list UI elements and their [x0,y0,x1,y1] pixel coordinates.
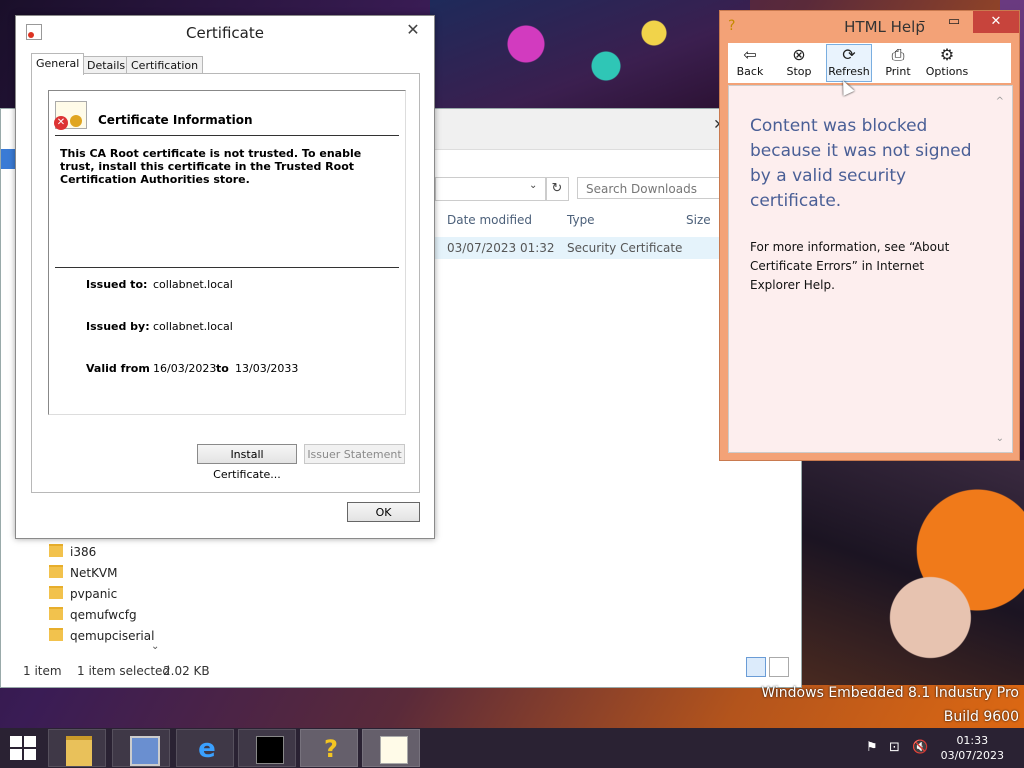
stop-button[interactable]: ⊗ Stop [777,45,821,78]
folder-pvpanic[interactable]: pvpanic [49,586,117,606]
back-button[interactable]: ⇦ Back [728,45,772,78]
folder-qemupciserial[interactable]: qemupciserial [49,628,154,648]
column-date-modified[interactable]: Date modified [447,209,532,231]
issued-to-label: Issued to: [86,278,148,291]
close-icon[interactable]: ✕ [398,19,428,41]
details-view-icon[interactable] [746,657,766,677]
taskbar-certificate[interactable] [362,729,420,767]
close-icon[interactable]: ✕ [973,11,1019,33]
flag-icon[interactable]: ⚑ [866,740,878,755]
wallpaper-art-top [430,0,750,110]
general-panel: ✕ Certificate Information This CA Root c… [31,73,420,493]
network-icon[interactable]: ⊡ [889,740,900,755]
command-prompt-icon [256,736,284,764]
back-arrow-icon: ⇦ [743,45,757,64]
folder-icon [49,607,63,620]
scroll-up-icon[interactable]: ^ [996,96,1004,107]
folder-icon [66,736,92,766]
valid-from-label: Valid from [86,362,150,375]
html-help-window[interactable]: ? HTML Help – ▭ ✕ ⇦ Back ⊗ Stop ⟳ Refresh ⎙… [719,10,1020,461]
certificate-title: Certificate [186,24,264,42]
taskbar-internet-explorer[interactable]: e [176,729,234,767]
status-bar: 1 item 1 item selected 2.02 KB [1,657,801,685]
divider [55,135,399,136]
help-toolbar: ⇦ Back ⊗ Stop ⟳ Refresh ⎙ Print ⚙ Options [728,43,1011,83]
taskbar: e ? ⚑ ⊡ 🔇 01:33 03/07/2023 [0,728,1024,768]
tab-general[interactable]: General [31,53,85,75]
install-certificate-button[interactable]: Install Certificate... [197,444,297,481]
untrusted-certificate-icon: ✕ [54,101,87,130]
certificate-info-box: ✕ Certificate Information This CA Root c… [48,90,406,415]
column-size[interactable]: Size [686,209,711,231]
issued-by-value: collabnet.local [153,320,233,333]
start-button[interactable] [10,736,38,760]
taskbar-computer[interactable] [112,729,170,767]
status-selected: 1 item selected [77,664,171,678]
folder-i386[interactable]: i386 [49,544,96,564]
issued-by-label: Issued by: [86,320,150,333]
print-button[interactable]: ⎙ Print [876,45,920,78]
file-date-modified: 03/07/2023 01:32 [447,241,555,255]
taskbar-clock[interactable]: 01:33 03/07/2023 [941,733,1004,763]
status-size: 2.02 KB [163,664,210,678]
certificate-dialog[interactable]: Certificate ✕ General Details Certificat… [15,15,435,539]
chevron-down-icon[interactable]: ⌄ [529,180,537,191]
options-icon: ⚙ [939,45,955,64]
divider [55,267,399,268]
column-type[interactable]: Type [567,209,595,231]
refresh-icon[interactable]: ↻ [545,177,569,201]
file-type: Security Certificate [567,241,683,255]
scroll-down-icon[interactable]: ⌄ [996,433,1004,444]
maximize-icon[interactable]: ▭ [939,11,969,33]
taskbar-html-help[interactable]: ? [300,729,358,767]
os-watermark: Windows Embedded 8.1 Industry Pro [761,685,1019,701]
ok-button[interactable]: OK [347,502,420,522]
valid-to-value: 13/03/2033 [235,362,299,375]
taskbar-file-explorer[interactable] [48,729,106,767]
build-watermark: Build 9600 [943,709,1019,725]
refresh-icon: ⟳ [842,45,856,64]
certificate-titlebar[interactable]: Certificate ✕ [16,16,434,46]
taskbar-command-prompt[interactable] [238,729,296,767]
search-input[interactable]: Search Downloads [577,177,727,199]
folder-icon [49,628,63,641]
help-icon: ? [324,735,338,763]
valid-to-label: to [216,362,229,375]
volume-muted-icon[interactable]: 🔇 [912,740,928,755]
options-button[interactable]: ⚙ Options [925,45,969,78]
help-content: ^ Content was blocked because it was not… [728,85,1013,453]
info-title: Certificate Information [98,113,253,127]
folder-icon [49,565,63,578]
internet-explorer-icon: e [198,734,216,764]
refresh-button[interactable]: ⟳ Refresh [826,44,872,82]
folder-netkvm[interactable]: NetKVM [49,565,118,585]
wallpaper-art-bottom [790,460,1024,685]
valid-from-value: 16/03/2023 [153,362,217,375]
folder-icon [49,544,63,557]
clock-date: 03/07/2023 [940,749,1004,762]
status-item-count: 1 item [23,664,62,678]
large-icons-view-icon[interactable] [769,657,789,677]
issued-to-value: collabnet.local [153,278,233,291]
minimize-icon[interactable]: – [907,11,937,33]
clock-time: 01:33 [956,734,989,747]
printer-icon: ⎙ [891,45,905,64]
trust-warning: This CA Root certificate is not trusted.… [60,147,362,186]
issuer-statement-button: Issuer Statement [304,444,405,464]
computer-icon [130,736,160,766]
scroll-down-icon[interactable]: ⌄ [151,641,159,652]
stop-icon: ⊗ [792,45,806,64]
folder-qemufwcfg[interactable]: qemufwcfg [49,607,137,627]
folder-icon [49,586,63,599]
blocked-message: Content was blocked because it was not s… [750,116,972,211]
certificate-icon [380,736,408,764]
more-info-text: For more information, see “About Certifi… [750,240,950,292]
